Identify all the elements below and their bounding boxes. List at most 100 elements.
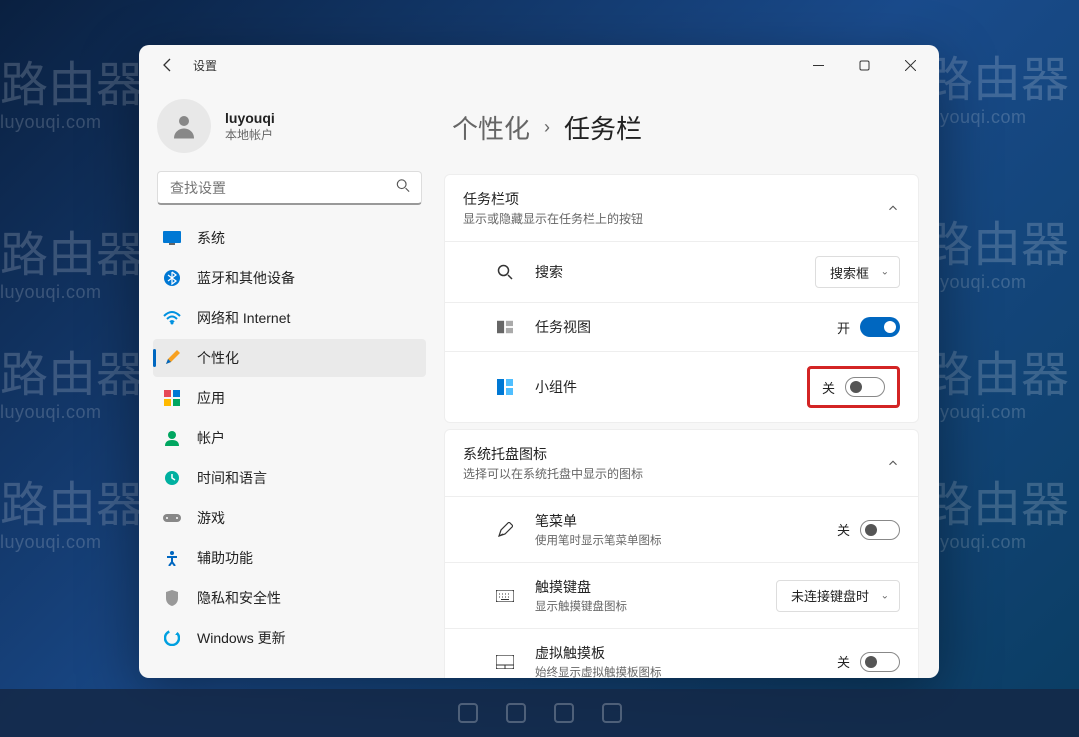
account-icon [163,429,181,447]
group-title: 系统托盘图标 [463,444,643,464]
game-icon [163,509,181,527]
nav-item-brush[interactable]: 个性化 [153,339,426,377]
group-header[interactable]: 系统托盘图标选择可以在系统托盘中显示的图标 [445,430,918,496]
user-profile[interactable]: luyouqi 本地帐户 [153,89,426,171]
nav-item-update[interactable]: Windows 更新 [153,619,426,657]
pen-icon [495,520,515,540]
row-label: 搜索 [535,262,563,282]
row-sub: 使用笔时显示笔菜单图标 [535,532,662,548]
brush-icon [163,349,181,367]
search-input[interactable] [157,171,422,205]
toggle-state-label: 开 [837,318,850,337]
close-button[interactable] [887,49,933,81]
user-sub: 本地帐户 [225,126,275,143]
watermark: 路由器luyouqi.com [925,220,1069,293]
settings-group: 任务栏项显示或隐藏显示在任务栏上的按钮 搜索 搜索框⌄ 任务视图 开 小组件 关 [444,174,919,423]
nav-item-bluetooth[interactable]: 蓝牙和其他设备 [153,259,426,297]
chevron-icon [886,456,900,470]
nav-item-label: 应用 [197,388,225,408]
nav-item-label: 网络和 Internet [197,308,290,328]
row-label: 笔菜单 [535,511,662,531]
system-icon [163,229,181,247]
widgets-icon [495,377,515,397]
chevron-down-icon: ⌄ [881,267,889,278]
minimize-button[interactable] [795,49,841,81]
maximize-button[interactable] [841,49,887,81]
privacy-icon [163,589,181,607]
nav-item-account[interactable]: 帐户 [153,419,426,457]
highlight-annotation: 关 [807,366,900,408]
user-name: luyouqi [225,110,275,126]
breadcrumb: 个性化 › 任务栏 [452,109,919,146]
toggle-widgets[interactable] [845,377,885,397]
chevron-right-icon: › [544,117,550,138]
setting-row-search: 搜索 搜索框⌄ [445,241,918,302]
nav-item-system[interactable]: 系统 [153,219,426,257]
toggle-taskview[interactable] [860,317,900,337]
search-box [157,171,422,205]
group-title: 任务栏项 [463,189,643,209]
setting-row-keyboard: 触摸键盘显示触摸键盘图标 未连接键盘时⌄ [445,562,918,628]
taskbar-icon[interactable] [448,693,488,733]
toggle-touchpad[interactable] [860,652,900,672]
toggle-state-label: 关 [822,378,835,397]
watermark: 路由器luyouqi.com [925,350,1069,423]
nav-item-label: 时间和语言 [197,468,267,488]
nav-item-label: 辅助功能 [197,548,253,568]
row-label: 触摸键盘 [535,577,627,597]
toggle-state-label: 关 [837,520,850,539]
settings-group: 系统托盘图标选择可以在系统托盘中显示的图标 笔菜单使用笔时显示笔菜单图标 关 触… [444,429,919,678]
nav-item-time[interactable]: 时间和语言 [153,459,426,497]
toggle-pen[interactable] [860,520,900,540]
search-icon [396,179,410,198]
chevron-down-icon: ⌄ [881,590,889,601]
dropdown-keyboard[interactable]: 未连接键盘时⌄ [776,580,900,612]
row-sub: 显示触摸键盘图标 [535,598,627,614]
content-area: 个性化 › 任务栏 任务栏项显示或隐藏显示在任务栏上的按钮 搜索 搜索框⌄ 任务… [434,85,939,678]
update-icon [163,629,181,647]
taskbar-icon[interactable] [496,693,536,733]
watermark: 路由器luyouqi.com [0,60,144,133]
avatar [157,99,211,153]
group-sub: 显示或隐藏显示在任务栏上的按钮 [463,210,643,227]
chevron-icon [886,201,900,215]
touchpad-icon [495,652,515,672]
watermark: 路由器luyouqi.com [0,480,144,553]
setting-row-touchpad: 虚拟触摸板始终显示虚拟触摸板图标 关 [445,628,918,678]
setting-row-pen: 笔菜单使用笔时显示笔菜单图标 关 [445,496,918,562]
nav-item-label: 系统 [197,228,225,248]
search-icon [495,262,515,282]
taskbar-icon[interactable] [544,693,584,733]
nav-item-label: 隐私和安全性 [197,588,281,608]
watermark: 路由器luyouqi.com [0,230,144,303]
taskview-icon [495,317,515,337]
breadcrumb-parent[interactable]: 个性化 [452,109,530,146]
nav-item-apps[interactable]: 应用 [153,379,426,417]
taskbar-icon[interactable] [592,693,632,733]
watermark: 路由器luyouqi.com [925,55,1069,128]
row-label: 虚拟触摸板 [535,643,662,663]
window-title: 设置 [193,57,217,74]
nav-item-label: Windows 更新 [197,628,286,648]
settings-window: 设置 luyouqi 本地帐户 系统蓝牙和其他设备网络和 [139,45,939,678]
nav-item-privacy[interactable]: 隐私和安全性 [153,579,426,617]
nav-item-label: 个性化 [197,348,239,368]
watermark: 路由器luyouqi.com [0,350,144,423]
nav-list: 系统蓝牙和其他设备网络和 Internet 个性化应用帐户时间和语言游戏辅助功能隐… [153,219,426,657]
sidebar: luyouqi 本地帐户 系统蓝牙和其他设备网络和 Internet 个性化应用帐… [139,85,434,678]
taskbar [0,689,1079,737]
toggle-state-label: 关 [837,652,850,671]
row-label: 任务视图 [535,317,591,337]
nav-item-game[interactable]: 游戏 [153,499,426,537]
nav-item-label: 蓝牙和其他设备 [197,268,295,288]
back-button[interactable] [153,50,183,80]
dropdown-search[interactable]: 搜索框⌄ [815,256,900,288]
group-header[interactable]: 任务栏项显示或隐藏显示在任务栏上的按钮 [445,175,918,241]
keyboard-icon [495,586,515,606]
titlebar: 设置 [139,45,939,85]
nav-item-wifi[interactable]: 网络和 Internet [153,299,426,337]
watermark: 路由器luyouqi.com [925,480,1069,553]
breadcrumb-current: 任务栏 [564,109,642,146]
nav-item-access[interactable]: 辅助功能 [153,539,426,577]
row-label: 小组件 [535,377,577,397]
